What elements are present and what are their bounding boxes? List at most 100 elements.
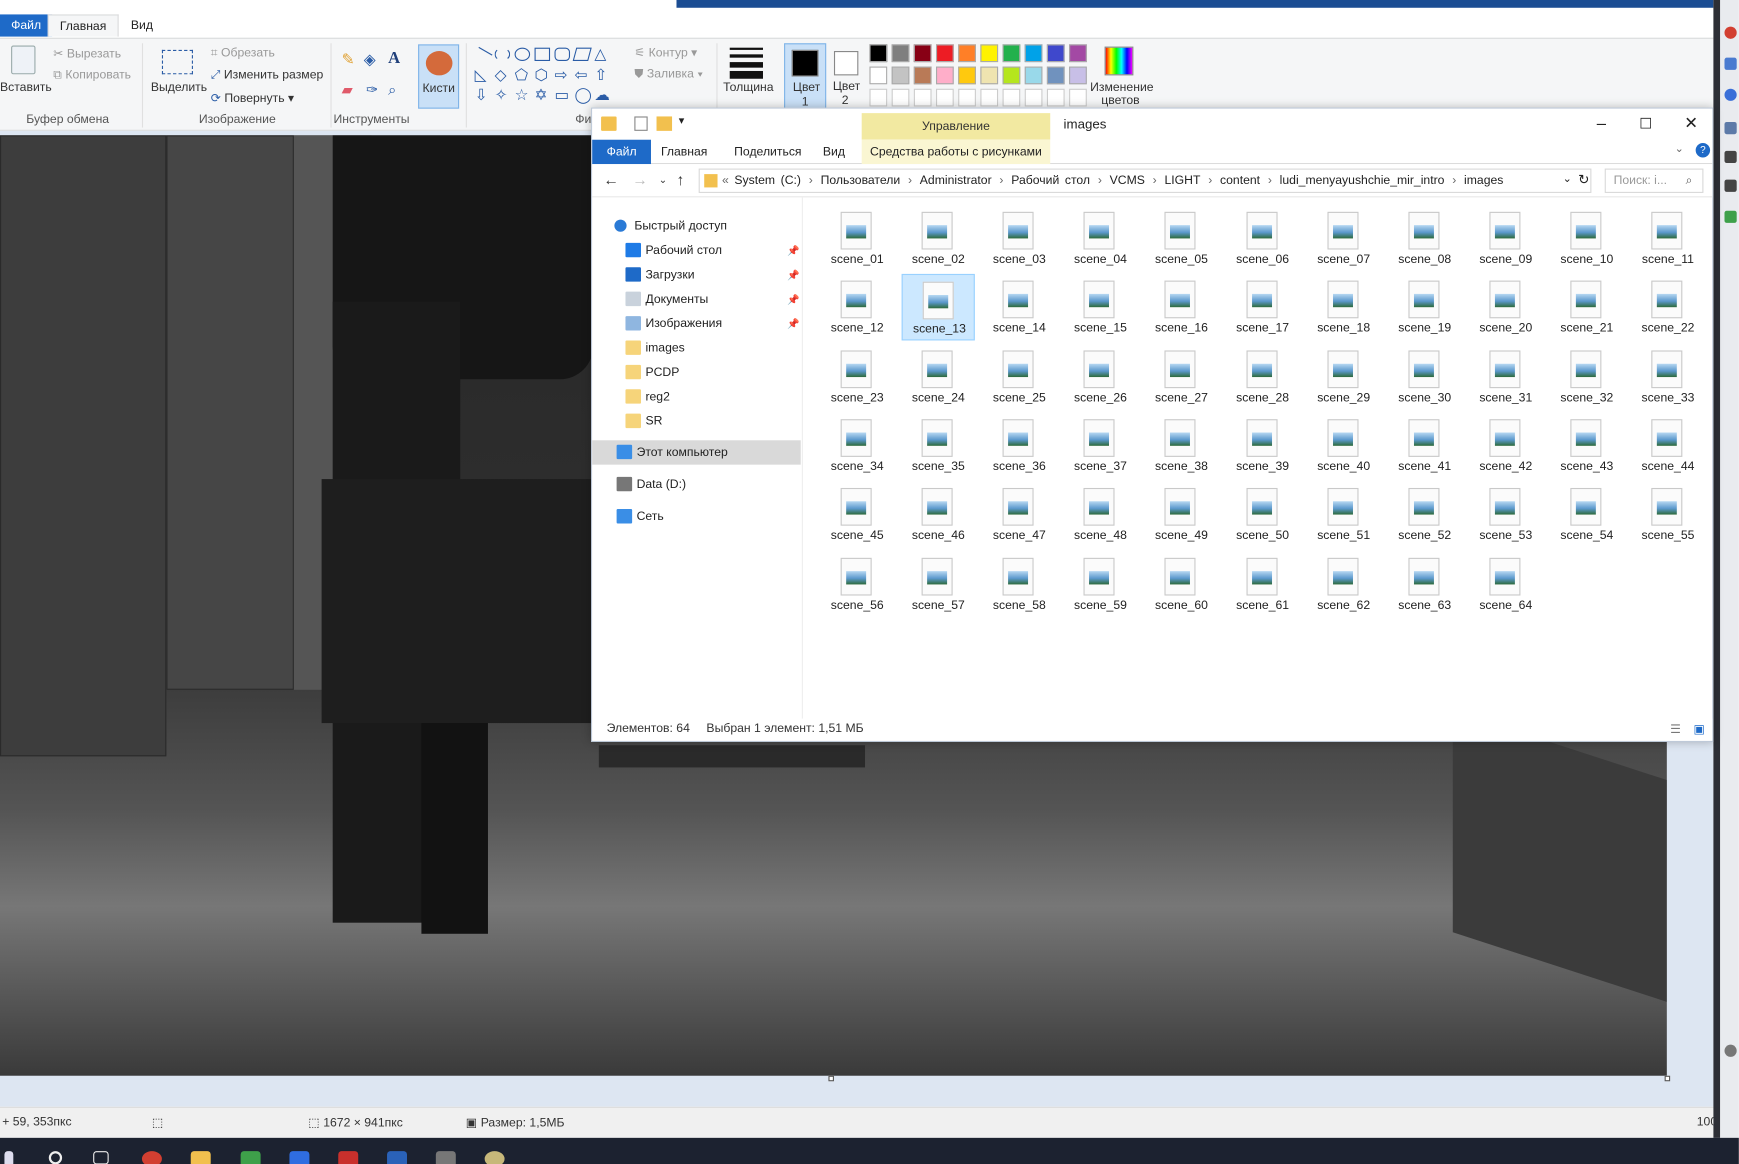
pin-icon[interactable]: 📌 — [787, 312, 799, 336]
tab-home[interactable]: Главная — [650, 140, 719, 164]
palette-swatch[interactable] — [935, 66, 954, 85]
rounded-rectangle-shape-icon[interactable] — [554, 47, 571, 61]
file-item[interactable]: scene_36 — [983, 412, 1056, 479]
palette-swatch-empty[interactable] — [869, 88, 888, 107]
pencil-icon[interactable]: ✎ — [342, 50, 355, 69]
file-item[interactable]: scene_11 — [1631, 205, 1704, 272]
nav-desktop[interactable]: Рабочий стол 📌 — [592, 238, 800, 262]
palette-swatch[interactable] — [980, 66, 999, 85]
nav-folder-pcdp[interactable]: PCDP — [592, 360, 800, 384]
file-item[interactable]: scene_25 — [983, 343, 1056, 410]
nav-pictures[interactable]: Изображения 📌 — [592, 312, 800, 336]
pin-icon[interactable]: 📌 — [787, 238, 799, 262]
breadcrumb-item[interactable]: content — [1220, 174, 1260, 187]
chrome-taskbar-icon[interactable] — [141, 1151, 162, 1164]
breadcrumb-separator-icon[interactable]: › — [801, 174, 821, 187]
text-tool-icon[interactable]: A — [388, 50, 400, 69]
file-item[interactable]: scene_53 — [1469, 482, 1542, 549]
file-item[interactable]: scene_33 — [1631, 343, 1704, 410]
app-icon-3[interactable] — [1724, 121, 1737, 135]
file-item[interactable]: scene_21 — [1550, 274, 1623, 341]
breadcrumb-separator-icon[interactable]: › — [1260, 174, 1280, 187]
palette-swatch[interactable] — [913, 66, 932, 85]
file-item[interactable]: scene_63 — [1388, 551, 1461, 618]
app-icon-1[interactable] — [1724, 57, 1737, 70]
palette-swatch[interactable] — [1024, 44, 1043, 63]
refresh-icon[interactable]: ↻ — [1578, 172, 1589, 188]
file-item[interactable]: scene_30 — [1388, 343, 1461, 410]
nav-quick-access[interactable]: Быстрый доступ — [592, 214, 800, 238]
right-arrow-shape-icon[interactable]: ⇨ — [555, 65, 568, 84]
powershell-taskbar-icon[interactable] — [387, 1151, 408, 1164]
file-item[interactable]: scene_04 — [1064, 205, 1137, 272]
palette-swatch[interactable] — [869, 66, 888, 85]
file-item[interactable]: scene_49 — [1145, 482, 1218, 549]
palette-swatch[interactable] — [1069, 44, 1087, 63]
address-bar[interactable]: « System (C:) › Пользователи › Administrator… — [698, 168, 1592, 193]
palette-swatch-empty[interactable] — [1002, 88, 1021, 107]
palette-swatch[interactable] — [1002, 44, 1021, 63]
breadcrumb-item[interactable]: ludi_menyayushchie_mir_intro — [1280, 174, 1445, 187]
file-item[interactable]: scene_54 — [1550, 482, 1623, 549]
tab-share[interactable]: Поделиться — [723, 140, 813, 164]
file-item[interactable]: scene_01 — [821, 205, 894, 272]
palette-swatch[interactable] — [1024, 66, 1043, 85]
ribbon-expand-icon[interactable]: ⌄ — [1675, 143, 1684, 155]
color-picker-icon[interactable]: ✑ — [366, 81, 378, 99]
address-dropdown-icon[interactable]: ⌄ — [1563, 173, 1572, 185]
palette-swatch[interactable] — [958, 66, 976, 85]
breadcrumb-separator-icon[interactable]: › — [1145, 174, 1165, 187]
file-item[interactable]: scene_39 — [1226, 412, 1299, 479]
file-item[interactable]: scene_10 — [1550, 205, 1623, 272]
back-arrow-icon[interactable]: ← — [603, 171, 619, 189]
four-point-star-shape-icon[interactable]: ✧ — [495, 85, 508, 104]
file-item[interactable]: scene_14 — [983, 274, 1056, 341]
polygon-shape-icon[interactable] — [572, 47, 592, 61]
palette-swatch[interactable] — [1069, 66, 1087, 85]
breadcrumb-item[interactable]: Пользователи — [821, 174, 901, 187]
fill-bucket-icon[interactable]: ◈ — [364, 50, 376, 69]
details-view-icon[interactable]: ☰ — [1670, 722, 1681, 736]
up-arrow-icon[interactable]: ↑ — [676, 171, 684, 189]
paint-taskbar-icon[interactable] — [484, 1151, 505, 1164]
app-taskbar-icon-blue[interactable] — [289, 1151, 310, 1164]
file-item[interactable]: scene_15 — [1064, 274, 1137, 341]
brushes-button[interactable]: Кисти — [418, 44, 460, 109]
file-item[interactable]: scene_17 — [1226, 274, 1299, 341]
nav-folder-reg2[interactable]: reg2 — [592, 385, 800, 409]
file-item[interactable]: scene_45 — [821, 482, 894, 549]
six-point-star-shape-icon[interactable]: ✡ — [535, 85, 548, 104]
large-icons-view-icon[interactable]: ▣ — [1693, 722, 1705, 736]
file-item[interactable]: scene_19 — [1388, 274, 1461, 341]
nav-data-drive[interactable]: Data (D:) — [592, 472, 800, 496]
hexagon-shape-icon[interactable]: ⬡ — [535, 65, 549, 84]
file-item[interactable]: scene_48 — [1064, 482, 1137, 549]
five-point-star-shape-icon[interactable]: ☆ — [515, 85, 529, 104]
file-item[interactable]: scene_38 — [1145, 412, 1218, 479]
new-folder-quick-icon[interactable] — [656, 116, 673, 131]
file-item[interactable]: scene_05 — [1145, 205, 1218, 272]
rectangle-shape-icon[interactable] — [534, 47, 551, 61]
color2-button[interactable]: Цвет 2 — [830, 43, 865, 110]
recent-dropdown-icon[interactable]: ⌄ — [659, 174, 667, 186]
paint-tab-home[interactable]: Главная — [47, 14, 119, 37]
file-item[interactable]: scene_02 — [902, 205, 975, 272]
file-item[interactable]: scene_55 — [1631, 482, 1704, 549]
quick-access-dropdown-icon[interactable]: ▾ — [679, 115, 685, 127]
folder-quick-icon[interactable] — [601, 116, 617, 131]
breadcrumb-item[interactable]: Administrator — [920, 174, 992, 187]
crop-button[interactable]: ⌗ Обрезать — [211, 47, 275, 61]
file-item[interactable]: scene_44 — [1631, 412, 1704, 479]
file-item[interactable]: scene_52 — [1388, 482, 1461, 549]
up-arrow-shape-icon[interactable]: ⇧ — [594, 65, 607, 84]
file-item[interactable]: scene_64 — [1469, 551, 1542, 618]
breadcrumb-separator-icon[interactable]: › — [992, 174, 1012, 187]
curve-shape-icon[interactable] — [494, 47, 511, 61]
palette-swatch-empty[interactable] — [1024, 88, 1043, 107]
palette-swatch-empty[interactable] — [958, 88, 976, 107]
breadcrumb-separator-icon[interactable]: › — [1200, 174, 1220, 187]
file-item[interactable]: scene_61 — [1226, 551, 1299, 618]
thickness-button[interactable]: Толщина — [723, 81, 774, 94]
file-item[interactable]: scene_31 — [1469, 343, 1542, 410]
app-icon-5[interactable] — [1724, 179, 1737, 192]
